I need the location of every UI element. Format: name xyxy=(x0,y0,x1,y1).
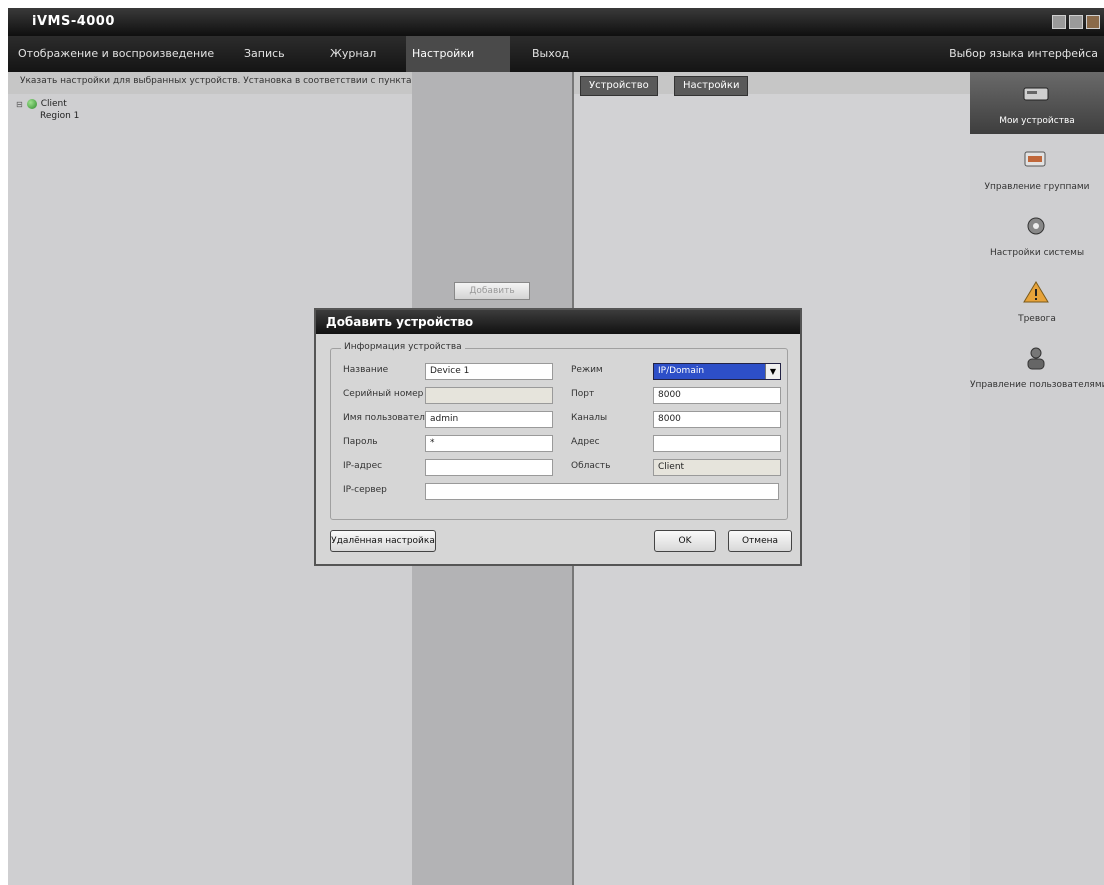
expand-icon[interactable]: ⊟ xyxy=(16,100,23,109)
language-select[interactable]: Выбор языка интерфейса xyxy=(949,36,1098,72)
register-mode-select[interactable]: IP/Domain ▼ xyxy=(653,363,781,380)
maximize-icon[interactable] xyxy=(1069,15,1083,29)
menu-record[interactable]: Запись xyxy=(238,36,291,72)
ip-server-field[interactable] xyxy=(425,483,779,500)
sidebar-label: Тревога xyxy=(1018,314,1056,324)
add-device-dialog: Добавить устройство Информация устройств… xyxy=(314,308,802,566)
globe-icon xyxy=(26,99,37,109)
tree-root-label: Client xyxy=(40,99,67,109)
channels-label: Каналы xyxy=(571,413,608,423)
tab-device[interactable]: Устройство xyxy=(580,76,658,96)
menu-log[interactable]: Журнал xyxy=(324,36,382,72)
ip-server-label: IP-сервер xyxy=(343,485,387,495)
sidebar-item-users[interactable]: Управление пользователями xyxy=(970,336,1104,398)
port-label: Порт xyxy=(571,389,595,399)
device-name-field[interactable]: Device 1 xyxy=(425,363,553,380)
multicast-label: Адрес xyxy=(571,437,600,447)
device-info-group: Информация устройства Название Device 1 … xyxy=(330,342,788,520)
ip-address-label: IP-адрес xyxy=(343,461,383,471)
title-bar: iVMS-4000 xyxy=(8,8,1104,36)
ok-button[interactable]: OK xyxy=(654,530,716,552)
multicast-field[interactable] xyxy=(653,435,781,452)
main-menu: Отображение и воспроизведение Запись Жур… xyxy=(8,36,1104,72)
warning-icon xyxy=(1023,281,1049,303)
hint-text: Указать настройки для выбранных устройст… xyxy=(20,76,425,86)
password-label: Пароль xyxy=(343,437,378,447)
tree-root[interactable]: ⊟ Client xyxy=(16,98,79,110)
sidebar-label: Управление группами xyxy=(984,182,1090,192)
tab-strip: Устройство Настройки xyxy=(574,72,972,96)
password-field[interactable]: * xyxy=(425,435,553,452)
tab-settings[interactable]: Настройки xyxy=(674,76,749,96)
camera-group-icon xyxy=(1024,151,1046,167)
sidebar-item-system[interactable]: Настройки системы xyxy=(970,204,1104,266)
sidebar-label: Управление пользователями xyxy=(970,380,1104,390)
register-mode-label: Режим xyxy=(571,365,603,375)
window-controls xyxy=(1052,15,1100,29)
group-legend: Информация устройства xyxy=(341,342,465,352)
server-icon xyxy=(1023,87,1049,101)
serial-field xyxy=(425,387,553,404)
tree-child[interactable]: Region 1 xyxy=(16,110,79,122)
region-field: Client xyxy=(653,459,781,476)
sidebar-item-groups[interactable]: Управление группами xyxy=(970,138,1104,200)
gear-icon xyxy=(1027,217,1045,235)
chevron-down-icon[interactable]: ▼ xyxy=(765,364,780,379)
tree-child-label: Region 1 xyxy=(40,111,80,121)
menu-exit[interactable]: Выход xyxy=(526,36,575,72)
menu-settings[interactable]: Настройки xyxy=(406,36,510,72)
region-label: Область xyxy=(571,461,611,471)
sidebar-item-my-devices[interactable]: Мои устройства xyxy=(970,72,1104,134)
add-button[interactable]: Добавить xyxy=(454,282,530,300)
dialog-title: Добавить устройство xyxy=(316,310,800,334)
register-mode-value: IP/Domain xyxy=(658,366,705,376)
sidebar-item-alarm[interactable]: Тревога xyxy=(970,270,1104,332)
config-sidebar: Мои устройства Управление группами Настр… xyxy=(970,72,1104,885)
user-icon xyxy=(1027,347,1045,370)
channels-field[interactable]: 8000 xyxy=(653,411,781,428)
ip-address-field[interactable] xyxy=(425,459,553,476)
close-icon[interactable] xyxy=(1086,15,1100,29)
serial-label: Серийный номер xyxy=(343,389,424,399)
device-tree: ⊟ Client Region 1 xyxy=(16,98,79,122)
app-title: iVMS-4000 xyxy=(32,14,115,29)
sidebar-label: Настройки системы xyxy=(989,248,1085,258)
port-field[interactable]: 8000 xyxy=(653,387,781,404)
cancel-button[interactable]: Отмена xyxy=(728,530,792,552)
minimize-icon[interactable] xyxy=(1052,15,1066,29)
user-name-field[interactable]: admin xyxy=(425,411,553,428)
menu-live-view[interactable]: Отображение и воспроизведение xyxy=(12,36,220,72)
device-name-label: Название xyxy=(343,365,389,375)
remote-config-button[interactable]: Удалённая настройка xyxy=(330,530,436,552)
sidebar-label: Мои устройства xyxy=(999,116,1075,126)
user-name-label: Имя пользователя xyxy=(343,413,431,423)
